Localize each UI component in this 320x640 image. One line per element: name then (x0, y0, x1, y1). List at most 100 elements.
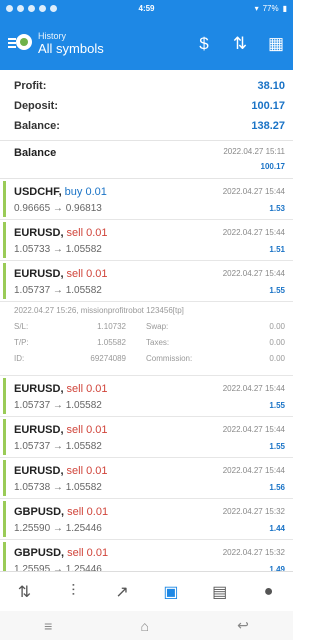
deal-symbol: GBPUSD, (14, 546, 65, 559)
deal-side: sell 0.01 (67, 546, 109, 559)
status-time: 4:59 (138, 3, 155, 13)
app-bar: History All symbols $ ⇅ ▦ (0, 16, 293, 70)
status-right: ▾ 77% ▮ (255, 4, 287, 13)
deal-symbol: EURUSD, (14, 423, 64, 436)
deal-symbol: EURUSD, (14, 226, 64, 239)
deal-symbol: EURUSD, (14, 464, 64, 477)
system-navigation: ≡ ⌂ ↩ (0, 611, 293, 640)
balance-title: Balance (14, 147, 57, 159)
deal-profit: 1.55 (269, 400, 285, 410)
deal-row[interactable]: USDCHF, buy 0.01 2022.04.27 15:44 0.96665 … (0, 179, 293, 220)
deal-row[interactable]: EURUSD, sell 0.01 2022.04.27 15:44 1.05737… (0, 376, 293, 417)
deal-side: sell 0.01 (66, 423, 108, 436)
battery-level: 77% (262, 3, 279, 13)
deal-side: sell 0.01 (66, 226, 108, 239)
commission-label: Commission: (146, 353, 193, 363)
deal-date: 2022.04.27 15:44 (222, 466, 285, 475)
deal-prices: 1.25590 → 1.25446 (14, 522, 102, 534)
battery-icon: ▮ (282, 3, 287, 13)
deal-prices: 1.05738 → 1.05582 (14, 481, 102, 493)
deal-prices: 1.05733 → 1.05582 (14, 243, 102, 255)
sort-icon[interactable]: ⇅ (229, 35, 251, 52)
status-bar: 4:59 ▾ 77% ▮ (0, 0, 293, 16)
symbol-selector[interactable]: History All symbols (38, 31, 193, 56)
trade-icon[interactable]: ↗ (110, 580, 134, 604)
balance-entry[interactable]: Balance 2022.04.27 15:11 100.17 (0, 141, 293, 179)
history-icon[interactable]: ▣ (159, 580, 183, 604)
deal-profit: 1.55 (269, 441, 285, 451)
news-icon[interactable]: ▤ (208, 580, 232, 604)
home-icon[interactable]: ⌂ (140, 618, 148, 634)
profit-label: Profit: (14, 80, 47, 92)
deal-side: sell 0.01 (66, 464, 108, 477)
deal-side: buy 0.01 (64, 185, 107, 198)
chart-icon[interactable]: ⫶ (61, 580, 85, 604)
deal-symbol: GBPUSD, (14, 505, 65, 518)
summary-row-deposit: Deposit: 100.17 (14, 96, 285, 116)
balance-amount: 100.17 (260, 162, 285, 171)
wifi-icon: ▾ (254, 3, 259, 13)
deal-row-expanded[interactable]: EURUSD, sell 0.01 2022.04.27 15:44 1.05737… (0, 261, 293, 302)
deal-prices: 0.96665 → 0.96813 (14, 202, 102, 214)
deal-date: 2022.04.27 15:44 (222, 187, 285, 196)
deposit-value: 100.17 (251, 100, 285, 112)
deal-row[interactable]: GBPUSD, sell 0.01 2022.04.27 15:32 1.25590… (0, 499, 293, 540)
calendar-icon[interactable]: ▦ (265, 35, 287, 52)
page-title: All symbols (38, 40, 104, 56)
deal-prices: 1.05737 → 1.05582 (14, 399, 102, 411)
profit-value: 38.10 (257, 80, 285, 92)
menu-button[interactable] (6, 29, 34, 57)
deal-profit: 1.56 (269, 482, 285, 492)
deal-symbol: USDCHF, (14, 185, 62, 198)
deposit-label: Deposit: (14, 100, 58, 112)
deal-profit: 1.53 (269, 203, 285, 213)
balance-label: Balance: (14, 120, 60, 132)
deal-date: 2022.04.27 15:44 (222, 269, 285, 278)
quotes-icon[interactable]: ⇅ (12, 580, 36, 604)
notification-icons (6, 4, 57, 12)
deal-profit: 1.44 (269, 523, 285, 533)
commission-value: 0.00 (269, 353, 285, 363)
deal-row[interactable]: EURUSD, sell 0.01 2022.04.27 15:44 1.05737… (0, 417, 293, 458)
deal-symbol: EURUSD, (14, 382, 64, 395)
messages-icon[interactable]: ● (257, 580, 281, 604)
bottom-navigation: ⇅ ⫶ ↗ ▣ ▤ ● (0, 571, 293, 611)
page-subtitle: History (38, 30, 67, 41)
tp-label: T/P: (14, 337, 29, 347)
id-value: 69274089 (90, 353, 126, 363)
deal-date: 2022.04.27 15:44 (222, 228, 285, 237)
deal-profit: 1.51 (269, 244, 285, 254)
deal-details: 2022.04.27 15:26, missionprofitrobot 123… (0, 302, 293, 376)
summary-row-profit: Profit: 38.10 (14, 76, 285, 96)
summary-section: Profit: 38.10 Deposit: 100.17 Balance: 1… (0, 70, 293, 141)
deal-side: sell 0.01 (67, 505, 109, 518)
sl-label: S/L: (14, 321, 29, 331)
deal-side: sell 0.01 (66, 382, 108, 395)
deal-prices: 1.05737 → 1.05582 (14, 440, 102, 452)
balance-date: 2022.04.27 15:11 (223, 147, 285, 156)
deal-symbol: EURUSD, (14, 267, 64, 280)
sl-value: 1.10732 (97, 321, 126, 331)
deal-date: 2022.04.27 15:44 (222, 384, 285, 393)
deal-row[interactable]: EURUSD, sell 0.01 2022.04.27 15:44 1.05733… (0, 220, 293, 261)
balance-value: 138.27 (251, 120, 285, 132)
swap-label: Swap: (146, 321, 169, 331)
deal-prices: 1.05737 → 1.05582 (14, 284, 102, 296)
deal-side: sell 0.01 (66, 267, 108, 280)
app-logo-icon (16, 34, 32, 50)
id-label: ID: (14, 353, 25, 363)
taxes-value: 0.00 (269, 337, 285, 347)
deal-details-info: 2022.04.27 15:26, missionprofitrobot 123… (14, 306, 184, 315)
taxes-label: Taxes: (146, 337, 170, 347)
summary-row-balance: Balance: 138.27 (14, 116, 285, 136)
deal-date: 2022.04.27 15:44 (222, 425, 285, 434)
deal-date: 2022.04.27 15:32 (222, 548, 285, 557)
deal-row[interactable]: EURUSD, sell 0.01 2022.04.27 15:44 1.05738… (0, 458, 293, 499)
tp-value: 1.05582 (97, 337, 126, 347)
recent-apps-icon[interactable]: ≡ (44, 618, 52, 634)
dollar-sort-icon[interactable]: $ (193, 35, 215, 52)
deal-date: 2022.04.27 15:32 (222, 507, 285, 516)
back-icon[interactable]: ↩ (237, 617, 249, 634)
swap-value: 0.00 (269, 321, 285, 331)
deal-profit: 1.55 (269, 285, 285, 295)
